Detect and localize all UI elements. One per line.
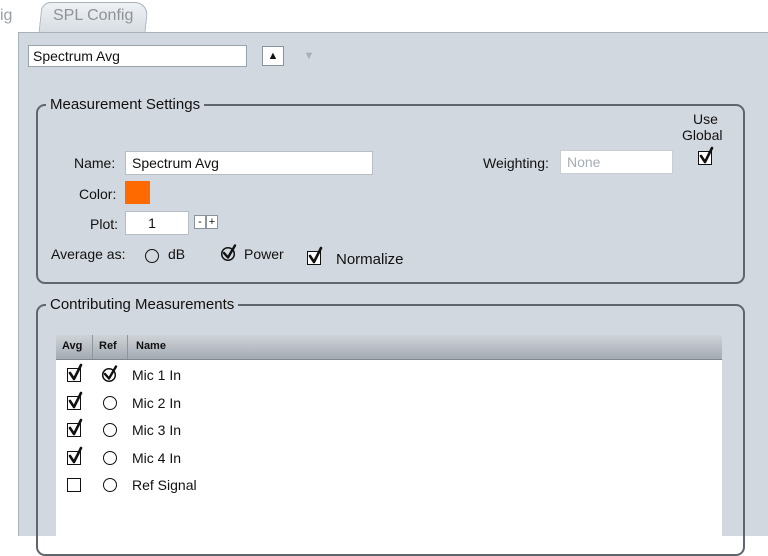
color-label: Color: [79,186,117,202]
move-down-button[interactable]: ▼ [298,46,320,66]
power-label: Power [244,246,284,262]
plot-increment-button[interactable]: + [206,215,218,229]
checkmark-icon [308,246,323,264]
tab-spl-config-label: SPL Config [53,7,134,24]
plot-field[interactable]: 1 [125,211,189,235]
tab-strip: ig SPL Config [0,0,768,35]
column-divider [92,335,93,359]
column-divider [127,335,128,359]
avg-checkbox[interactable] [67,446,83,465]
move-up-button[interactable]: ▲ [262,46,284,66]
row-name: Mic 1 In [132,367,182,383]
table-header: Avg Ref Name [56,335,722,360]
avg-checkbox[interactable] [67,478,81,492]
row-name: Mic 3 In [132,422,182,438]
checkmark-icon [68,391,83,409]
measurement-selector[interactable]: Spectrum Avg [28,45,247,67]
avg-checkbox[interactable] [67,418,83,437]
ref-radio[interactable] [103,396,117,410]
row-name: Mic 4 In [132,450,182,466]
weighting-field[interactable]: None [560,150,673,174]
avg-checkbox[interactable] [67,363,83,382]
checkmark-icon [68,446,83,464]
use-global-checkbox[interactable] [698,146,714,165]
ref-radio[interactable] [103,478,117,492]
weighting-label: Weighting: [483,155,549,171]
column-ref[interactable]: Ref [99,340,117,352]
down-arrow-icon: ▼ [303,50,315,62]
ref-radio[interactable] [101,365,119,383]
name-label: Name: [74,155,116,171]
plot-decrement-button[interactable]: - [194,215,206,229]
db-label: dB [168,246,186,262]
name-field[interactable]: Spectrum Avg [125,151,373,175]
checkmark-icon [68,363,83,381]
avg-checkbox[interactable] [67,391,83,410]
db-radio[interactable] [145,249,159,263]
tab-previous[interactable]: ig [0,7,12,25]
checkmark-icon [68,418,83,436]
average-as-label: Average as: [51,246,126,262]
color-swatch[interactable] [125,181,150,204]
plot-label: Plot: [90,216,119,232]
power-radio[interactable] [220,244,238,262]
normalize-label: Normalize [336,251,404,268]
ref-radio[interactable] [103,451,117,465]
use-global-label-line1: Use [693,111,718,127]
normalize-checkbox[interactable] [307,246,323,265]
contributing-measurements-legend: Contributing Measurements [50,296,235,313]
measurement-settings-legend: Measurement Settings [50,96,201,113]
column-name[interactable]: Name [136,340,166,352]
row-name: Mic 2 In [132,395,182,411]
column-avg[interactable]: Avg [62,340,82,352]
use-global-label-line2: Global [682,127,723,143]
ref-radio[interactable] [103,423,117,437]
checkmark-icon [699,146,714,164]
row-name: Ref Signal [132,477,197,493]
up-arrow-icon: ▲ [267,50,279,62]
